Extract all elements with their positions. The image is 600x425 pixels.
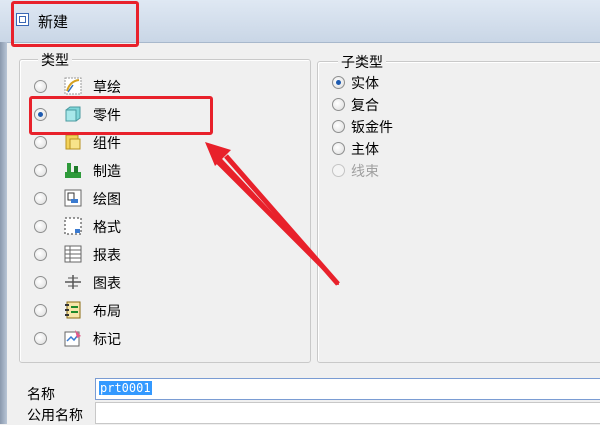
name-input-value: prt0001 bbox=[99, 381, 152, 395]
common-name-field-label: 公用名称 bbox=[27, 408, 83, 424]
annotation-arrow bbox=[205, 142, 340, 286]
common-name-input[interactable] bbox=[95, 402, 600, 424]
name-field-label: 名称 bbox=[27, 387, 55, 403]
name-input[interactable]: prt0001 bbox=[95, 378, 600, 400]
